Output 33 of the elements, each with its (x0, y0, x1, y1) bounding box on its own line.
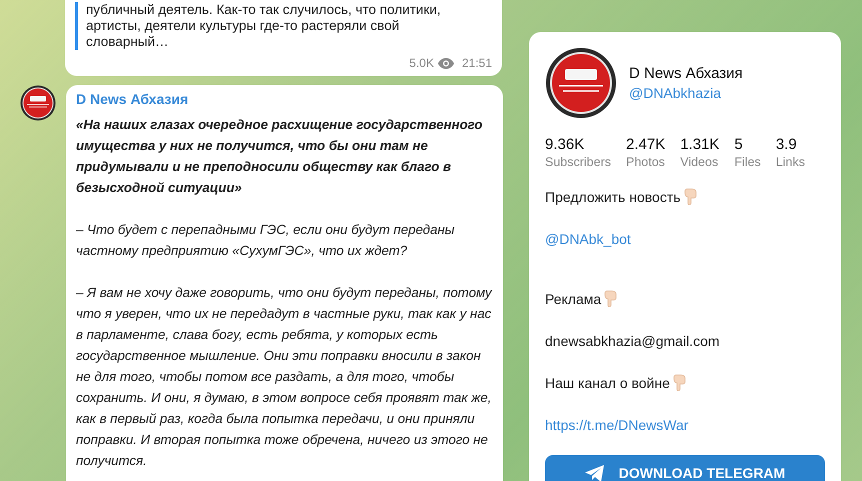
description-link[interactable]: @DNAbk_bot (545, 231, 631, 247)
message-time: 21:51 (462, 56, 492, 70)
eye-icon (438, 58, 454, 68)
stat-label: Subscribers (545, 154, 611, 171)
stat-label: Files (734, 154, 761, 171)
channel-avatar (545, 47, 617, 119)
message-paragraph: – Я вам не хочу даже говорить, что они будут переданы, потому что я уверен, что их не передадут в частные руки, так как у нас в парламенте, слава богу, есть ребята, у которых есть государственное мышление. Они эти поправки вносили в закон не для того, чтобы потом все раздать, а для того, чтобы сохранить. И они, я думаю, в этом вопросе себя проявят так же, как в первый раз, когда была попытка передачи, и они приняли поправки. И вторая попытка тоже обречена, ничего из этого не получится. (76, 284, 493, 470)
pointing-hand-icon (672, 374, 686, 391)
message-paragraph: «На наших глазах очередное расхищение государственного имущества у них не получится, что бы они там не придумывали и не преподносили обществу как благо в безысходной ситуации» (76, 116, 484, 197)
channel-avatar (20, 85, 56, 121)
stat-value: 9.36K (545, 136, 584, 154)
stat-value: 2.47K (626, 136, 666, 154)
message-paragraph: – Что будет с перепадными ГЭС, если они будут переданы частному предприятию «СухумГЭС», что их ждет? (76, 221, 456, 260)
description-text: Наш канал о войне (545, 375, 670, 391)
stat-label: Videos (680, 154, 718, 171)
stat-value: 1.31K (680, 136, 720, 154)
channel-name: D News Абхазия (629, 64, 743, 84)
view-count: 5.0K (409, 56, 434, 70)
download-button[interactable]: DOWNLOAD TELEGRAM (545, 455, 825, 481)
stat-label: Photos (626, 154, 665, 171)
channel-handle[interactable]: @DNAbkhazia (629, 84, 743, 102)
stat-value: 3.9 (776, 136, 797, 154)
description-text: dnewsabkhazia@gmail.com (545, 333, 720, 349)
description-link[interactable]: https://t.me/DNewsWar (545, 417, 688, 433)
pointing-hand-icon (604, 290, 618, 307)
description-text: Предложить новость (545, 189, 681, 205)
stat-value: 5 (734, 136, 743, 154)
stat-label: Links (776, 154, 805, 171)
paper-plane-icon (584, 464, 605, 481)
description-text: Реклама (545, 291, 602, 307)
author-name[interactable]: D News Абхазия (76, 90, 493, 108)
quote-text: публичный деятель. Как-то так случилось, что политики, артисты, деятели культуры где-то растеряли свой словарный… (75, 2, 476, 50)
pointing-hand-icon (684, 188, 697, 205)
